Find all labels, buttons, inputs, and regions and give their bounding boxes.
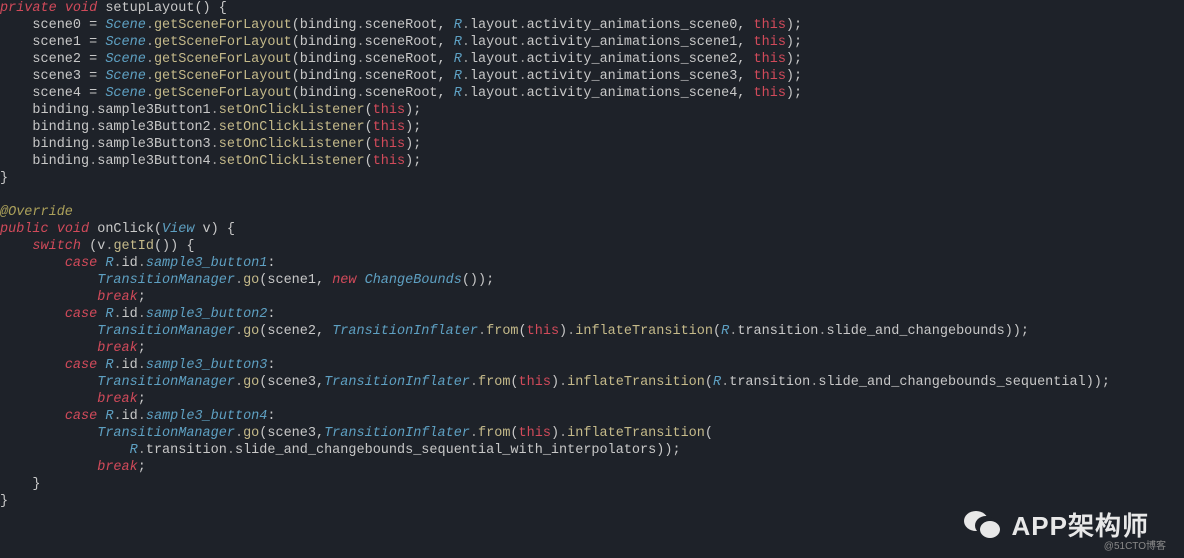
watermark-sub: @51CTO博客 (1104, 538, 1166, 555)
wechat-icon (962, 509, 1002, 543)
watermark-main: APP架构师 (1012, 518, 1149, 535)
code-editor: private void setupLayout() { scene0 = Sc… (0, 0, 1184, 510)
